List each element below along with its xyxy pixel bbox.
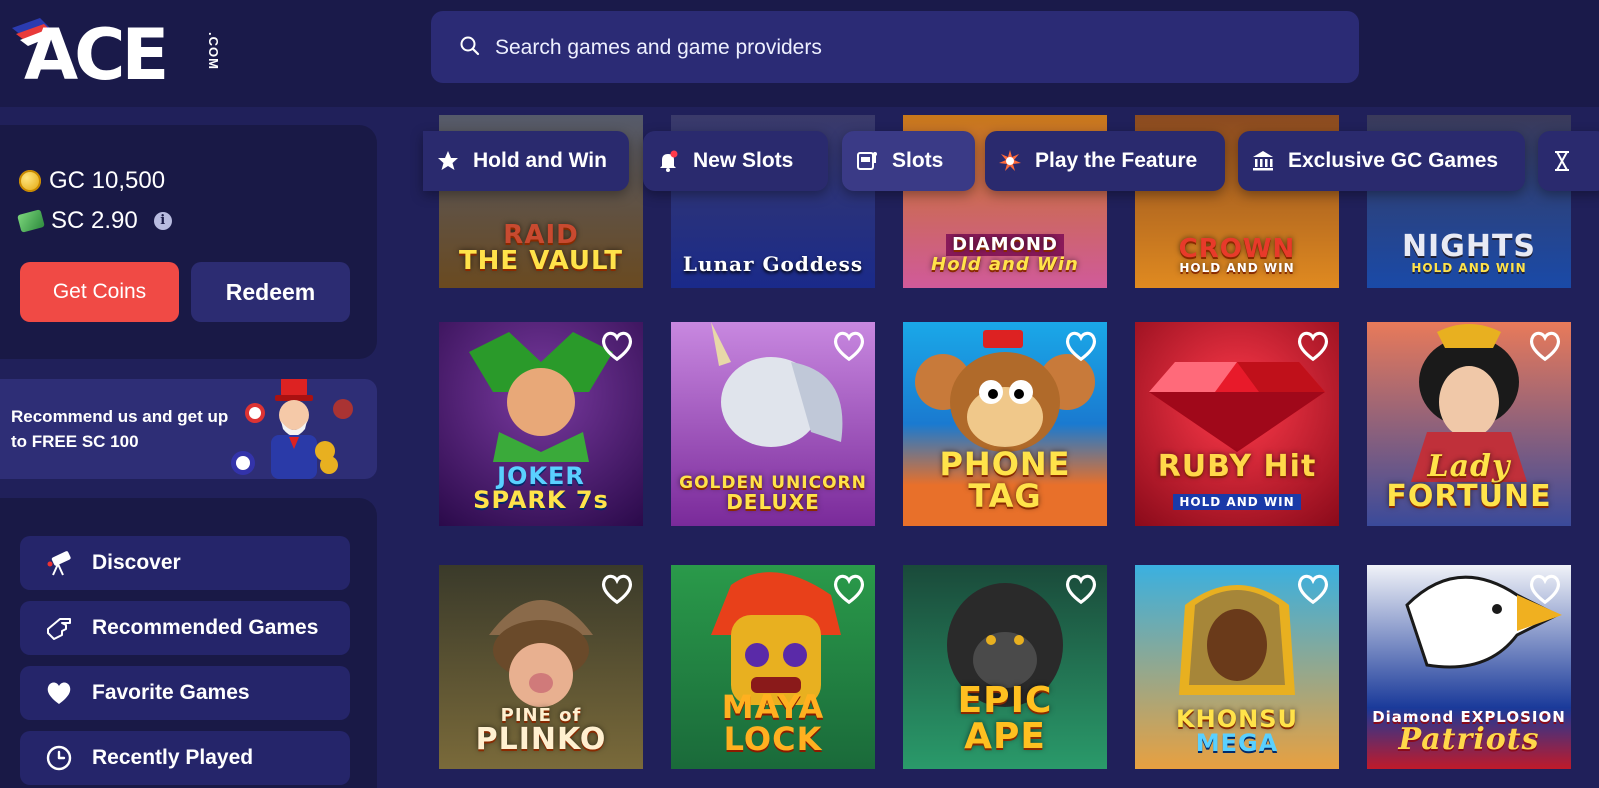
tab-label: Slots: [892, 149, 944, 172]
hourglass-icon: [1550, 148, 1574, 174]
game-title-line1: DIAMOND: [946, 234, 1064, 256]
sidebar-item-label: Favorite Games: [92, 681, 250, 704]
telescope-icon: [44, 548, 74, 578]
game-title-line2: HOLD AND WIN: [1173, 494, 1301, 510]
gc-balance: GC 10,500: [49, 167, 166, 194]
game-title-line2: THE VAULT: [458, 246, 624, 276]
tab-label: Exclusive GC Games: [1288, 149, 1499, 172]
info-icon[interactable]: i: [153, 212, 172, 230]
game-tile[interactable]: PHONE TAG: [903, 322, 1107, 526]
game-title-line2: Hold and Win: [931, 254, 1079, 275]
bank-icon: [1250, 148, 1276, 174]
favorite-heart-icon[interactable]: [1063, 328, 1099, 364]
game-title-line2: MEGA: [1195, 729, 1279, 757]
tab-label: Play the Feature: [1035, 149, 1198, 172]
top-header: ACE .COM: [0, 0, 1599, 107]
favorite-heart-icon[interactable]: [831, 571, 867, 607]
game-title-line2: Lunar Goddess: [682, 252, 864, 276]
game-tile[interactable]: EPIC APE: [903, 565, 1107, 769]
sidebar-item-recommended-games[interactable]: Recommended Games: [20, 601, 350, 655]
tab-label: Hold and Win: [473, 149, 607, 172]
favorite-heart-icon[interactable]: [1295, 328, 1331, 364]
game-tile[interactable]: JOKER SPARK 7s: [439, 322, 643, 526]
game-title-line2: HOLD AND WIN: [1411, 261, 1527, 275]
game-title-line1: CROWN: [1178, 234, 1296, 264]
game-title-line1: NIGHTS: [1401, 229, 1537, 264]
sidebar-item-favorite-games[interactable]: Favorite Games: [20, 666, 350, 720]
game-title-line2: SPARK 7s: [473, 486, 609, 514]
game-title-line2: TAG: [968, 477, 1042, 515]
referral-promo-banner[interactable]: Recommend us and get up to FREE SC 100: [0, 379, 377, 479]
site-logo[interactable]: ACE .COM: [10, 14, 221, 90]
gold-coin-icon: [19, 170, 41, 192]
search-bar[interactable]: [431, 11, 1359, 83]
get-coins-button[interactable]: Get Coins: [20, 262, 179, 322]
game-title-line1: PHONE: [939, 445, 1071, 483]
tab-more[interactable]: [1538, 131, 1599, 191]
tab-label: New Slots: [693, 149, 794, 172]
game-title-line1: RAID: [503, 220, 579, 250]
star-icon: [435, 148, 461, 174]
tab-slots[interactable]: Slots: [842, 131, 975, 191]
bell-icon: [655, 148, 681, 174]
favorite-heart-icon[interactable]: [1527, 328, 1563, 364]
game-title-line1: RUBY Hit: [1157, 449, 1317, 484]
game-tile[interactable]: Diamond EXPLOSION Patriots: [1367, 565, 1571, 769]
game-title-line2: FORTUNE: [1386, 479, 1552, 514]
sc-balance: SC 2.90: [51, 207, 138, 234]
game-title-line1: KHONSU: [1176, 705, 1298, 733]
category-tabs: Hold and Win New Slots Slots Play the Fe…: [423, 131, 1599, 191]
heart-icon: [44, 678, 74, 708]
game-title-line2: HOLD AND WIN: [1179, 261, 1295, 275]
logo-suffix: .COM: [206, 32, 221, 70]
redeem-button[interactable]: Redeem: [191, 262, 350, 322]
tab-exclusive-gc-games[interactable]: Exclusive GC Games: [1238, 131, 1525, 191]
game-tile[interactable]: PINE of PLINKO: [439, 565, 643, 769]
favorite-heart-icon[interactable]: [599, 571, 635, 607]
game-title-line1: Lady: [1427, 449, 1511, 484]
game-title-line2: DELUXE: [726, 490, 820, 514]
slot-machine-icon: [854, 148, 880, 174]
uncle-sam-mascot-icon: [231, 379, 353, 479]
sidebar-item-label: Discover: [92, 551, 181, 574]
search-input[interactable]: [493, 27, 1317, 69]
logo-text: ACE: [24, 14, 169, 96]
favorite-heart-icon[interactable]: [1295, 571, 1331, 607]
promo-text: Recommend us and get up to FREE SC 100: [11, 407, 229, 451]
game-tile[interactable]: Lady FORTUNE: [1367, 322, 1571, 526]
game-title-line2: LOCK: [723, 720, 823, 758]
sidebar-nav: Discover Recommended Games Favorite Game…: [0, 498, 377, 788]
game-tile[interactable]: KHONSU MEGA: [1135, 565, 1339, 769]
sc-balance-row: SC 2.90 i: [17, 207, 172, 235]
sidebar-item-discover[interactable]: Discover: [20, 536, 350, 590]
game-tile[interactable]: RUBY Hit HOLD AND WIN: [1135, 322, 1339, 526]
sidebar-item-label: Recommended Games: [92, 616, 319, 639]
tab-hold-and-win[interactable]: Hold and Win: [423, 131, 629, 191]
tab-play-the-feature[interactable]: Play the Feature: [985, 131, 1225, 191]
game-tile[interactable]: MAYA LOCK: [671, 565, 875, 769]
tab-new-slots[interactable]: New Slots: [643, 131, 828, 191]
wallet-panel: GC 10,500 SC 2.90 i Get Coins Redeem: [0, 125, 377, 359]
explosion-icon: [997, 148, 1023, 174]
game-title-line2: APE: [964, 716, 1046, 757]
favorite-heart-icon[interactable]: [1527, 571, 1563, 607]
favorite-heart-icon[interactable]: [599, 328, 635, 364]
search-icon: [460, 36, 480, 56]
favorite-heart-icon[interactable]: [1063, 571, 1099, 607]
game-title-line1: EPIC: [957, 680, 1053, 721]
gc-balance-row: GC 10,500: [19, 167, 165, 195]
favorite-heart-icon[interactable]: [831, 328, 867, 364]
game-title-line2: Patriots: [1398, 722, 1540, 757]
sidebar-item-recently-played[interactable]: Recently Played: [20, 731, 350, 785]
game-title-line1: JOKER: [497, 462, 585, 490]
pointing-hand-icon: [44, 613, 74, 643]
cash-icon: [17, 209, 45, 233]
clock-icon: [44, 743, 74, 773]
game-tile[interactable]: GOLDEN UNICORN DELUXE: [671, 322, 875, 526]
game-title-line2: PLINKO: [475, 722, 607, 757]
sidebar-item-label: Recently Played: [92, 746, 254, 769]
games-grid: RAID THE VAULT Lunar Goddess DIAMOND Hol…: [431, 107, 1599, 774]
